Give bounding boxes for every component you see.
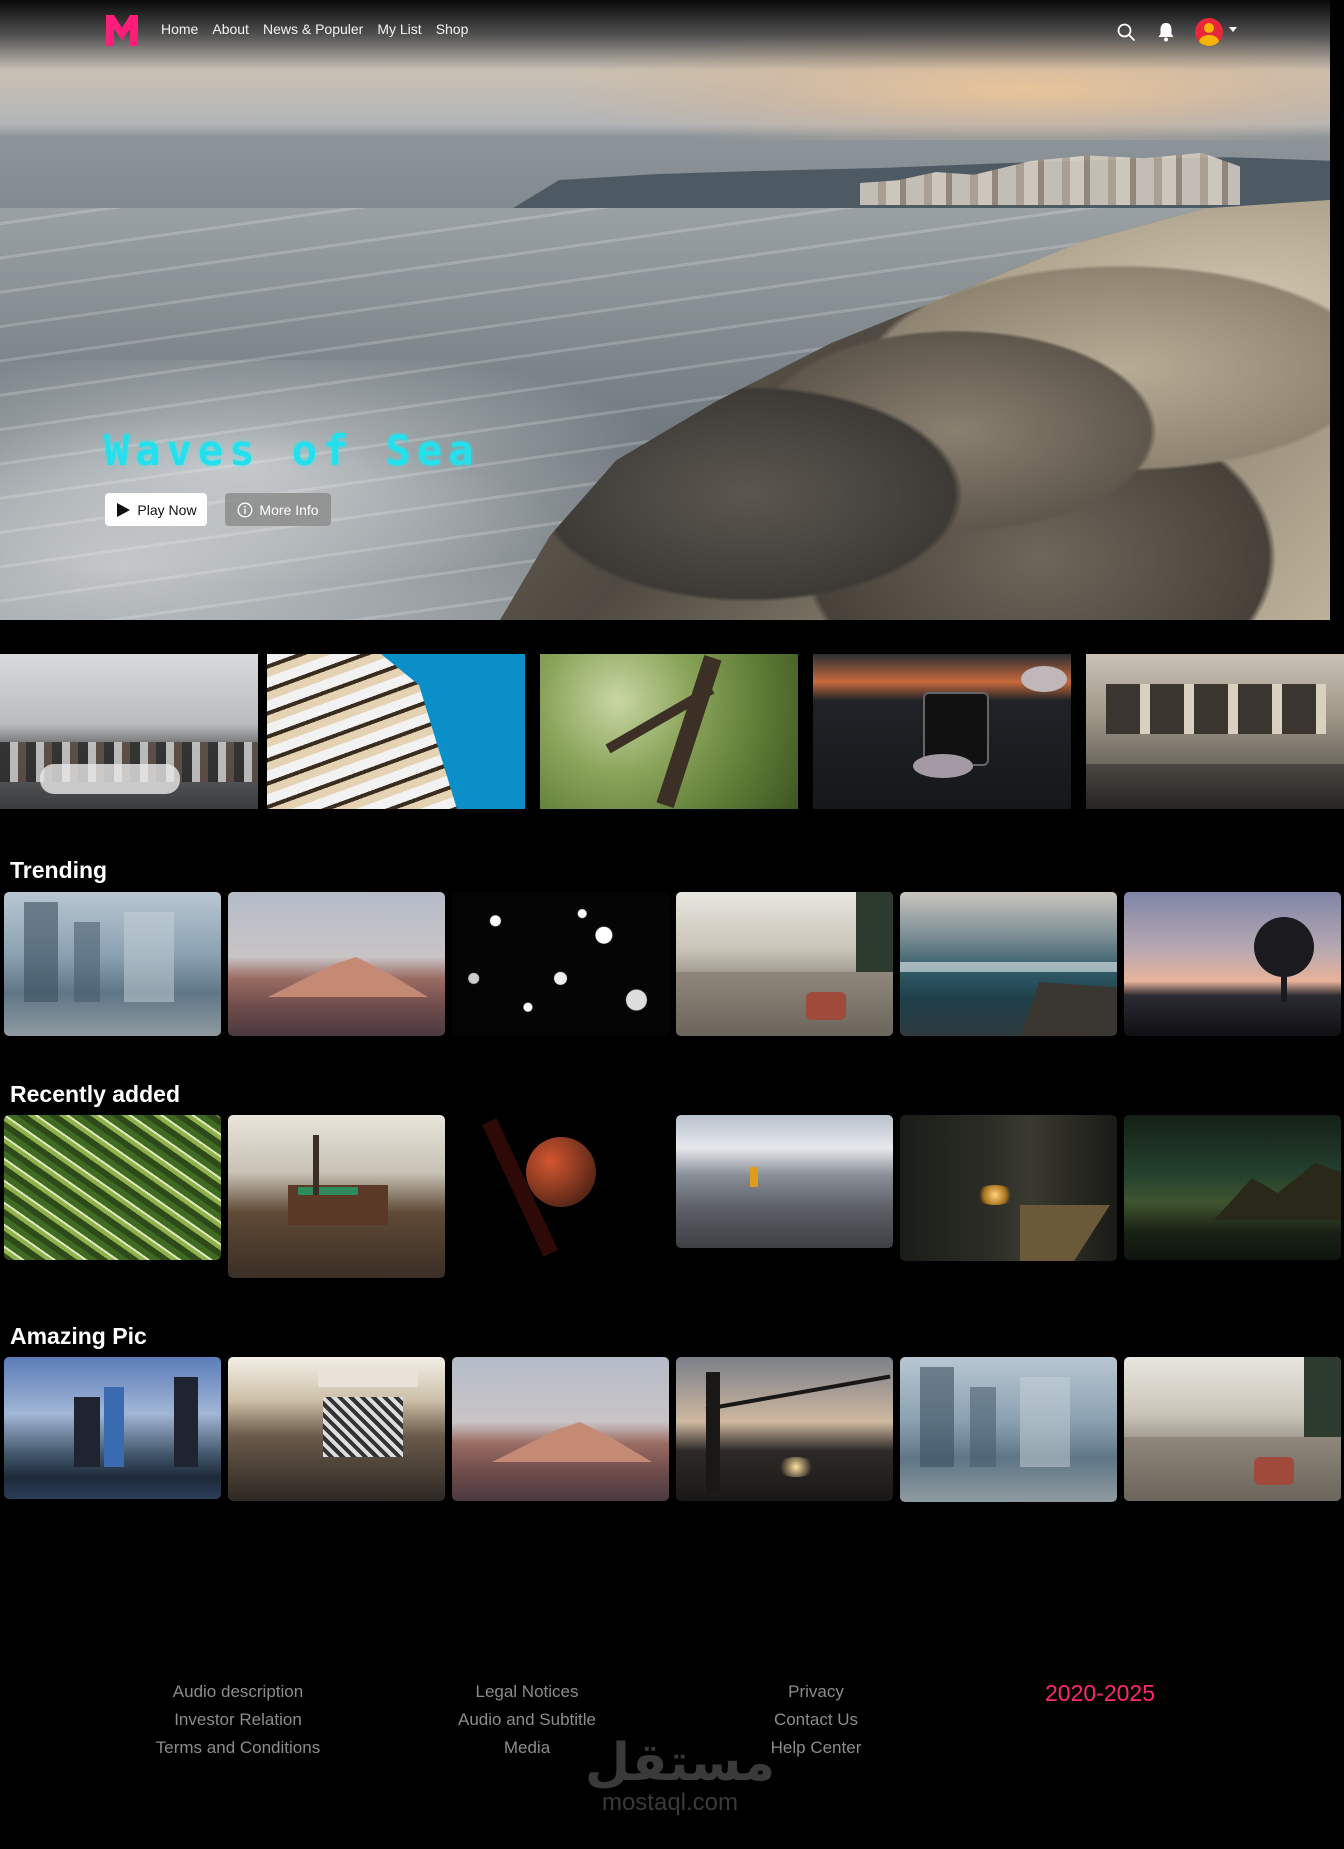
nav-link-about[interactable]: About (212, 21, 249, 37)
search-icon[interactable] (1115, 21, 1137, 43)
thumbnail[interactable] (228, 1357, 445, 1501)
thumbnail[interactable] (900, 1115, 1117, 1261)
thumbnail[interactable] (900, 892, 1117, 1036)
chevron-down-icon[interactable] (1229, 26, 1237, 32)
thumbnail[interactable] (676, 892, 893, 1036)
slider-tile[interactable] (813, 654, 1071, 809)
watermark-latin: mostaql.com (601, 1789, 739, 1816)
row-title-trending: Trending (10, 857, 108, 883)
nav-link-home[interactable]: Home (161, 21, 198, 37)
nav-links: Home About News & Populer My List Shop (161, 21, 468, 37)
thumbnail[interactable] (1124, 1115, 1341, 1260)
nav-link-news[interactable]: News & Populer (263, 21, 363, 37)
top-navbar: Home About News & Populer My List Shop (0, 0, 1330, 60)
watermark-arabic: مستقل (585, 1733, 776, 1793)
avatar-body (1199, 35, 1219, 46)
row-trending (0, 892, 1344, 1037)
user-avatar[interactable] (1195, 18, 1223, 46)
footer-link-investor-relation[interactable]: Investor Relation (108, 1706, 368, 1734)
copyright-years: 2020-2025 (1045, 1680, 1155, 1706)
row-amazing-pic (0, 1357, 1344, 1507)
thumbnail[interactable] (676, 1357, 893, 1501)
more-info-label: More Info (259, 501, 319, 518)
footer-link-privacy[interactable]: Privacy (686, 1678, 946, 1706)
row-recently-added (0, 1115, 1344, 1280)
thumbnail[interactable] (452, 1357, 669, 1501)
thumbnail[interactable] (452, 892, 669, 1036)
nav-link-my-list[interactable]: My List (377, 21, 421, 37)
nav-link-shop[interactable]: Shop (436, 21, 469, 37)
footer-link-audio-description[interactable]: Audio description (108, 1678, 368, 1706)
nav-actions (1115, 18, 1237, 46)
more-info-button[interactable]: More Info (225, 493, 331, 526)
footer-link-contact-us[interactable]: Contact Us (686, 1706, 946, 1734)
footer-link-audio-subtitle[interactable]: Audio and Subtitle (397, 1706, 657, 1734)
watermark-logo: مستقل mostaql.com (585, 1733, 776, 1816)
row-title-recently-added: Recently added (10, 1081, 180, 1107)
row-title-amazing-pic: Amazing Pic (10, 1323, 147, 1349)
thumbnail[interactable] (900, 1357, 1117, 1502)
thumbnail[interactable] (452, 1115, 669, 1260)
brand-logo[interactable] (104, 12, 140, 48)
thumbnail[interactable] (228, 892, 445, 1036)
thumbnail[interactable] (4, 1357, 221, 1499)
avatar-head (1204, 23, 1214, 33)
play-now-label: Play Now (137, 501, 197, 518)
bell-icon[interactable] (1155, 21, 1177, 43)
featured-slider (0, 654, 1344, 809)
hero-town (860, 152, 1240, 205)
info-icon (237, 502, 253, 517)
slider-tile[interactable] (0, 654, 258, 809)
footer-column-1: Audio description Investor Relation Term… (108, 1678, 368, 1762)
play-icon (117, 502, 131, 517)
footer-link-legal-notices[interactable]: Legal Notices (397, 1678, 657, 1706)
thumbnail[interactable] (4, 892, 221, 1036)
slider-tile[interactable] (267, 654, 525, 809)
slider-tile[interactable] (540, 654, 798, 809)
hero-banner (0, 0, 1330, 620)
thumbnail[interactable] (228, 1115, 445, 1278)
hero-title: Waves of Sea (104, 426, 480, 475)
thumbnail[interactable] (676, 1115, 893, 1248)
footer-link-terms[interactable]: Terms and Conditions (108, 1734, 368, 1762)
thumbnail[interactable] (4, 1115, 221, 1260)
play-now-button[interactable]: Play Now (105, 493, 207, 526)
thumbnail[interactable] (1124, 1357, 1341, 1501)
slider-tile[interactable] (1086, 654, 1344, 809)
thumbnail[interactable] (1124, 892, 1341, 1036)
